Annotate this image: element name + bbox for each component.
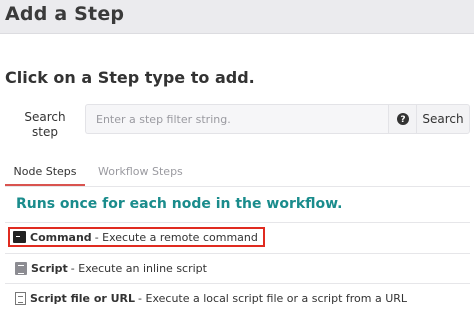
instruction-text: Click on a Step type to add.: [5, 68, 255, 87]
step-description: - Execute a local script file or a scrip…: [138, 291, 408, 305]
step-filter-input[interactable]: [85, 104, 388, 134]
step-description: - Execute an inline script: [70, 261, 207, 275]
step-name: Script: [31, 261, 68, 275]
row-divider: [5, 283, 470, 284]
page-title: Add a Step: [5, 3, 125, 25]
step-script-file-or-url[interactable]: Script file or URL - Execute a local scr…: [15, 288, 407, 308]
tab-workflow-steps[interactable]: Workflow Steps: [98, 165, 183, 178]
page-header: Add a Step: [0, 0, 474, 34]
step-name: Command: [30, 230, 92, 244]
step-command[interactable]: Command - Execute a remote command: [8, 227, 265, 247]
section-heading: Runs once for each node in the workflow.: [16, 196, 343, 212]
row-divider: [5, 253, 470, 254]
tab-node-steps[interactable]: Node Steps: [5, 165, 85, 178]
step-description: - Execute a remote command: [94, 230, 258, 244]
script-icon: [15, 261, 27, 275]
search-label: Search step: [24, 110, 66, 139]
step-name: Script file or URL: [30, 291, 136, 305]
file-icon: [15, 291, 26, 305]
step-script[interactable]: Script - Execute an inline script: [15, 258, 207, 278]
search-button[interactable]: Search: [416, 104, 470, 134]
svg-text:?: ?: [400, 115, 405, 125]
question-circle-icon: ?: [396, 113, 409, 125]
row-divider: [5, 222, 470, 223]
help-button[interactable]: ?: [388, 104, 416, 134]
tab-divider: [5, 186, 470, 187]
terminal-icon: [13, 231, 26, 243]
